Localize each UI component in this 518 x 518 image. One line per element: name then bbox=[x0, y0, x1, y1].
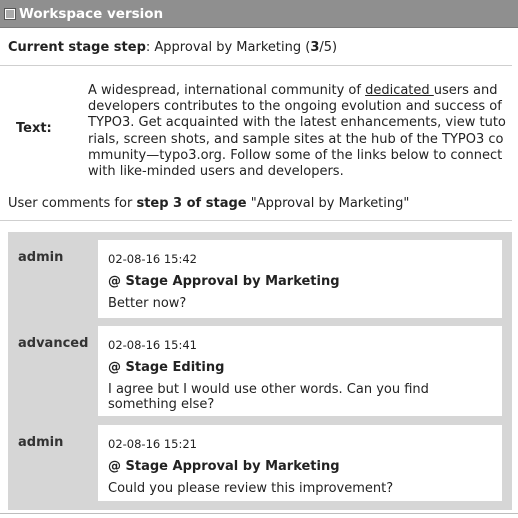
comments-header-suffix: "Approval by Marketing" bbox=[246, 196, 410, 211]
comment-card: 02-08-16 15:21 @ Stage Approval by Marke… bbox=[98, 425, 502, 501]
comment-stage: @ Stage Approval by Marketing bbox=[108, 459, 340, 474]
stage-name: Approval by Marketing bbox=[154, 40, 302, 55]
divider bbox=[0, 65, 512, 66]
comments-header-prefix: User comments for bbox=[8, 196, 137, 211]
comments-header: User comments for step 3 of stage "Appro… bbox=[8, 196, 409, 211]
title-bar: Workspace version bbox=[0, 0, 518, 28]
comments-panel: admin 02-08-16 15:42 @ Stage Approval by… bbox=[8, 232, 512, 510]
stage-step-current: 3 bbox=[310, 40, 320, 55]
text-underlined-word: dedicated bbox=[365, 83, 434, 98]
comment-stage: @ Stage Approval by Marketing bbox=[108, 274, 340, 289]
text-field-label: Text: bbox=[16, 121, 52, 136]
comment-author: admin bbox=[18, 435, 64, 450]
comment-message: Better now? bbox=[108, 296, 187, 311]
comments-header-step: step 3 of stage bbox=[136, 196, 247, 211]
text-field-value: A widespread, international community of… bbox=[88, 83, 506, 180]
divider bbox=[0, 220, 512, 221]
window-title: Workspace version bbox=[19, 5, 164, 22]
comment-card: 02-08-16 15:42 @ Stage Approval by Marke… bbox=[98, 240, 502, 318]
comment-message: I agree but I would use other words. Can… bbox=[108, 382, 429, 412]
comment-author: advanced bbox=[18, 336, 89, 351]
current-stage-step: Current stage step: Approval by Marketin… bbox=[8, 40, 338, 55]
stage-step-label: Current stage step bbox=[8, 40, 146, 55]
comment-author: admin bbox=[18, 250, 64, 265]
comment-message: Could you please review this improvement… bbox=[108, 481, 394, 496]
stage-step-total: 5 bbox=[323, 40, 333, 55]
comment-stage: @ Stage Editing bbox=[108, 360, 225, 375]
bottom-border bbox=[0, 513, 518, 514]
text-part-before: A widespread, international community of bbox=[88, 83, 366, 98]
comment-card: 02-08-16 15:41 @ Stage Editing I agree b… bbox=[98, 326, 502, 416]
comment-timestamp: 02-08-16 15:41 bbox=[108, 338, 197, 352]
comment-timestamp: 02-08-16 15:42 bbox=[108, 252, 197, 266]
comment-timestamp: 02-08-16 15:21 bbox=[108, 437, 197, 451]
document-list-icon bbox=[4, 7, 16, 20]
